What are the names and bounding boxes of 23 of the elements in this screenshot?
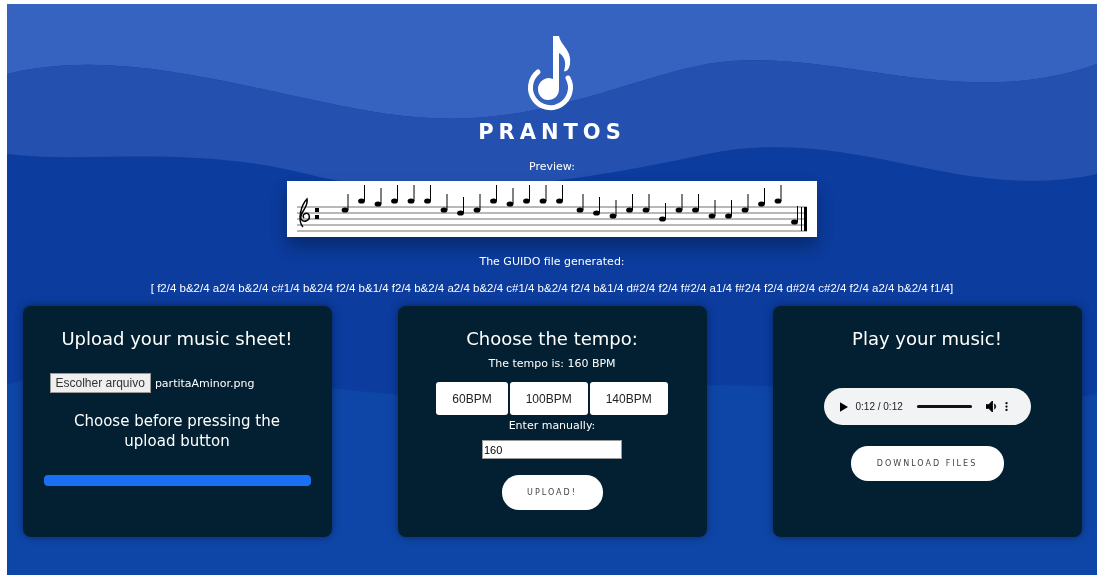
play-icon[interactable] bbox=[839, 401, 848, 412]
download-button[interactable]: DOWNLOAD FILES bbox=[850, 446, 1004, 481]
guido-code: [ f2/4 b&2/4 a2/4 b&2/4 c#1/4 b&2/4 f2/4 b&1/4 f2/4 b&2/4 a2/4 b&2/4 c#1/4 b&2/4 f2/4 b&1/4 d#2/4 f2/4 f#2/4 a1/4 f#2/4 f2/4 d#2/4 c#2/4 f2/4 a2/4 b&2/4 f1/4] bbox=[150, 282, 954, 294]
tempo-preset-button[interactable]: 140BPM bbox=[589, 382, 668, 415]
choose-file-button[interactable]: Escolher arquivo bbox=[49, 373, 151, 393]
tempo-preset-button[interactable]: 60BPM bbox=[436, 382, 508, 415]
tempo-input[interactable]: 160 bbox=[482, 440, 622, 459]
brand-name: PRANTOS bbox=[478, 120, 626, 144]
volume-icon[interactable] bbox=[985, 401, 997, 412]
more-icon[interactable] bbox=[1004, 401, 1008, 412]
card-title: Upload your music sheet! bbox=[61, 328, 293, 349]
manual-label: Enter manually: bbox=[508, 419, 596, 432]
card-title: Choose the tempo: bbox=[466, 328, 638, 349]
tempo-reading: The tempo is: 160 BPM bbox=[488, 357, 616, 370]
upload-hint: Choose before pressing the upload button bbox=[73, 411, 281, 451]
guido-label: The GUIDO file generated: bbox=[479, 255, 625, 268]
upload-button[interactable]: UPLOAD! bbox=[501, 475, 603, 510]
preview-label: Preview: bbox=[529, 160, 575, 173]
tempo-preset-button[interactable]: 100BPM bbox=[509, 382, 588, 415]
audio-time: 0:12 / 0:12 bbox=[855, 401, 903, 412]
file-name: partitaAminor.png bbox=[154, 376, 255, 390]
card-title: Play your music! bbox=[852, 328, 1002, 349]
seek-bar[interactable] bbox=[916, 405, 972, 408]
